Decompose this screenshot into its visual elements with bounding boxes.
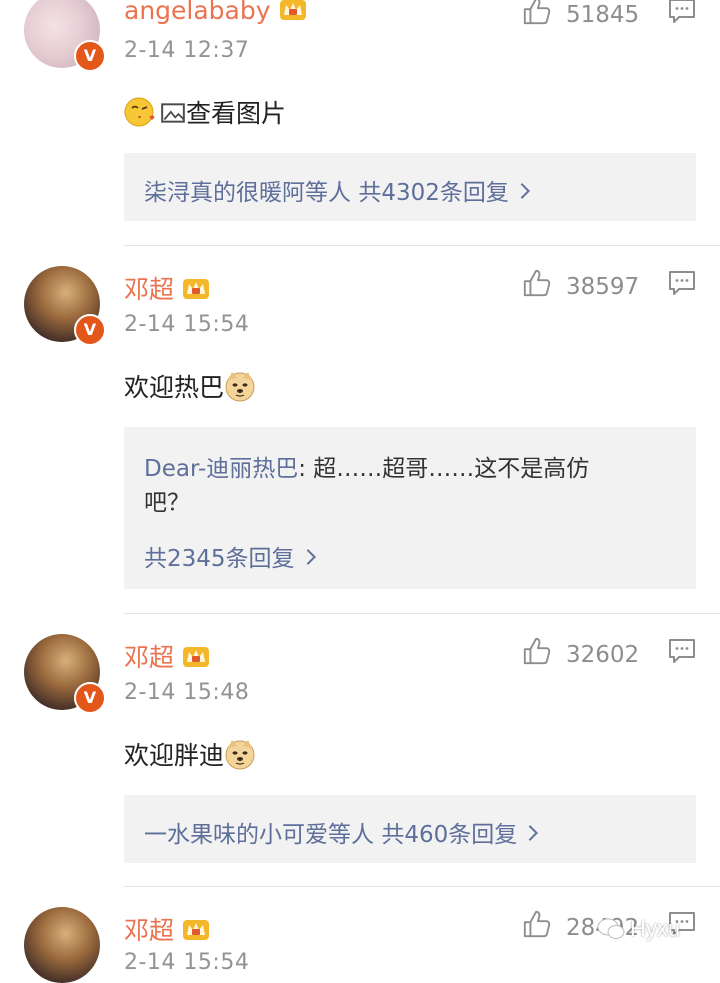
reply-count: 共2345条回复 bbox=[144, 546, 295, 572]
like-count: 51845 bbox=[566, 2, 640, 28]
reply-summary-box[interactable]: 柒浔真的很暖阿等人 共4302条回复 bbox=[124, 153, 696, 221]
chevron-right-icon bbox=[527, 824, 539, 842]
comment-icon[interactable] bbox=[668, 270, 696, 296]
reply-users: 一水果味的小可爱等人 bbox=[144, 822, 374, 848]
comment-text: 查看图片 bbox=[124, 94, 286, 130]
comment-text: 欢迎胖迪 bbox=[124, 736, 256, 772]
doge-emoji-icon bbox=[224, 370, 256, 402]
comment-text-content: 欢迎胖迪 bbox=[124, 741, 225, 770]
username-text[interactable]: 邓超 bbox=[124, 916, 174, 945]
like-button[interactable]: 51845 bbox=[522, 0, 639, 28]
reply-count: 共4302条回复 bbox=[358, 180, 509, 206]
crown-icon bbox=[279, 0, 307, 21]
wechat-icon bbox=[597, 918, 625, 939]
username[interactable]: angelababy bbox=[124, 0, 307, 25]
divider bbox=[124, 886, 720, 887]
image-icon bbox=[160, 100, 186, 126]
crown-icon bbox=[182, 917, 210, 941]
reply-text: : 超……超哥……这不是高仿 bbox=[298, 456, 590, 482]
reply-summary-link[interactable]: 一水果味的小可爱等人 共460条回复 bbox=[144, 815, 539, 849]
username-text[interactable]: angelababy bbox=[124, 0, 271, 25]
divider bbox=[124, 613, 720, 614]
comment-text-content: 欢迎热巴 bbox=[124, 373, 225, 402]
reply-summary-box[interactable]: 一水果味的小可爱等人 共460条回复 bbox=[124, 795, 696, 863]
thumb-up-icon bbox=[522, 636, 552, 666]
reply-text-cont: 吧？ bbox=[144, 490, 190, 516]
like-button[interactable]: 38597 bbox=[522, 268, 639, 300]
chevron-right-icon bbox=[519, 182, 531, 200]
crown-icon bbox=[182, 644, 210, 668]
username-text[interactable]: 邓超 bbox=[124, 643, 174, 672]
like-count: 32602 bbox=[566, 642, 640, 668]
chevron-right-icon bbox=[305, 548, 317, 566]
reply-author[interactable]: Dear-迪丽热巴 bbox=[144, 456, 298, 482]
timestamp: 2-14 15:54 bbox=[124, 312, 250, 337]
verified-badge-icon: V bbox=[74, 682, 106, 714]
reply-summary-link[interactable]: 共2345条回复 bbox=[144, 539, 317, 573]
avatar[interactable] bbox=[24, 907, 100, 983]
username[interactable]: 邓超 bbox=[124, 270, 210, 306]
like-count: 38597 bbox=[566, 274, 640, 300]
comment-icon[interactable] bbox=[668, 0, 696, 24]
reply-preview-line[interactable]: Dear-迪丽热巴: 超……超哥……这不是高仿 bbox=[144, 449, 589, 483]
doge-emoji-icon bbox=[224, 738, 256, 770]
comment-icon[interactable] bbox=[668, 638, 696, 664]
watermark: Hyxu bbox=[596, 916, 680, 942]
username-text[interactable]: 邓超 bbox=[124, 275, 174, 304]
timestamp: 2-14 15:48 bbox=[124, 680, 250, 705]
username[interactable]: 邓超 bbox=[124, 638, 210, 674]
reply-count: 共460条回复 bbox=[381, 822, 518, 848]
like-button[interactable]: 32602 bbox=[522, 636, 639, 668]
view-image-link[interactable]: 查看图片 bbox=[186, 99, 286, 128]
verified-badge-icon: V bbox=[74, 314, 106, 346]
reply-preview-box[interactable]: Dear-迪丽热巴: 超……超哥……这不是高仿 吧？ 共2345条回复 bbox=[124, 427, 696, 589]
thumb-up-icon bbox=[522, 909, 552, 939]
username[interactable]: 邓超 bbox=[124, 911, 210, 947]
reply-users: 柒浔真的很暖阿等人 bbox=[144, 180, 351, 206]
timestamp: 2-14 12:37 bbox=[124, 38, 250, 63]
comment-text: 欢迎热巴 bbox=[124, 368, 256, 404]
thumb-up-icon bbox=[522, 268, 552, 298]
kiss-emoji-icon bbox=[124, 96, 156, 128]
timestamp: 2-14 15:54 bbox=[124, 950, 250, 975]
watermark-text: Hyxu bbox=[630, 916, 681, 941]
crown-icon bbox=[182, 276, 210, 300]
thumb-up-icon bbox=[522, 0, 552, 26]
divider bbox=[124, 245, 720, 246]
verified-badge-icon: V bbox=[74, 40, 106, 72]
reply-summary-link[interactable]: 柒浔真的很暖阿等人 共4302条回复 bbox=[144, 173, 531, 207]
reply-preview-line-2: 吧？ bbox=[144, 483, 190, 517]
